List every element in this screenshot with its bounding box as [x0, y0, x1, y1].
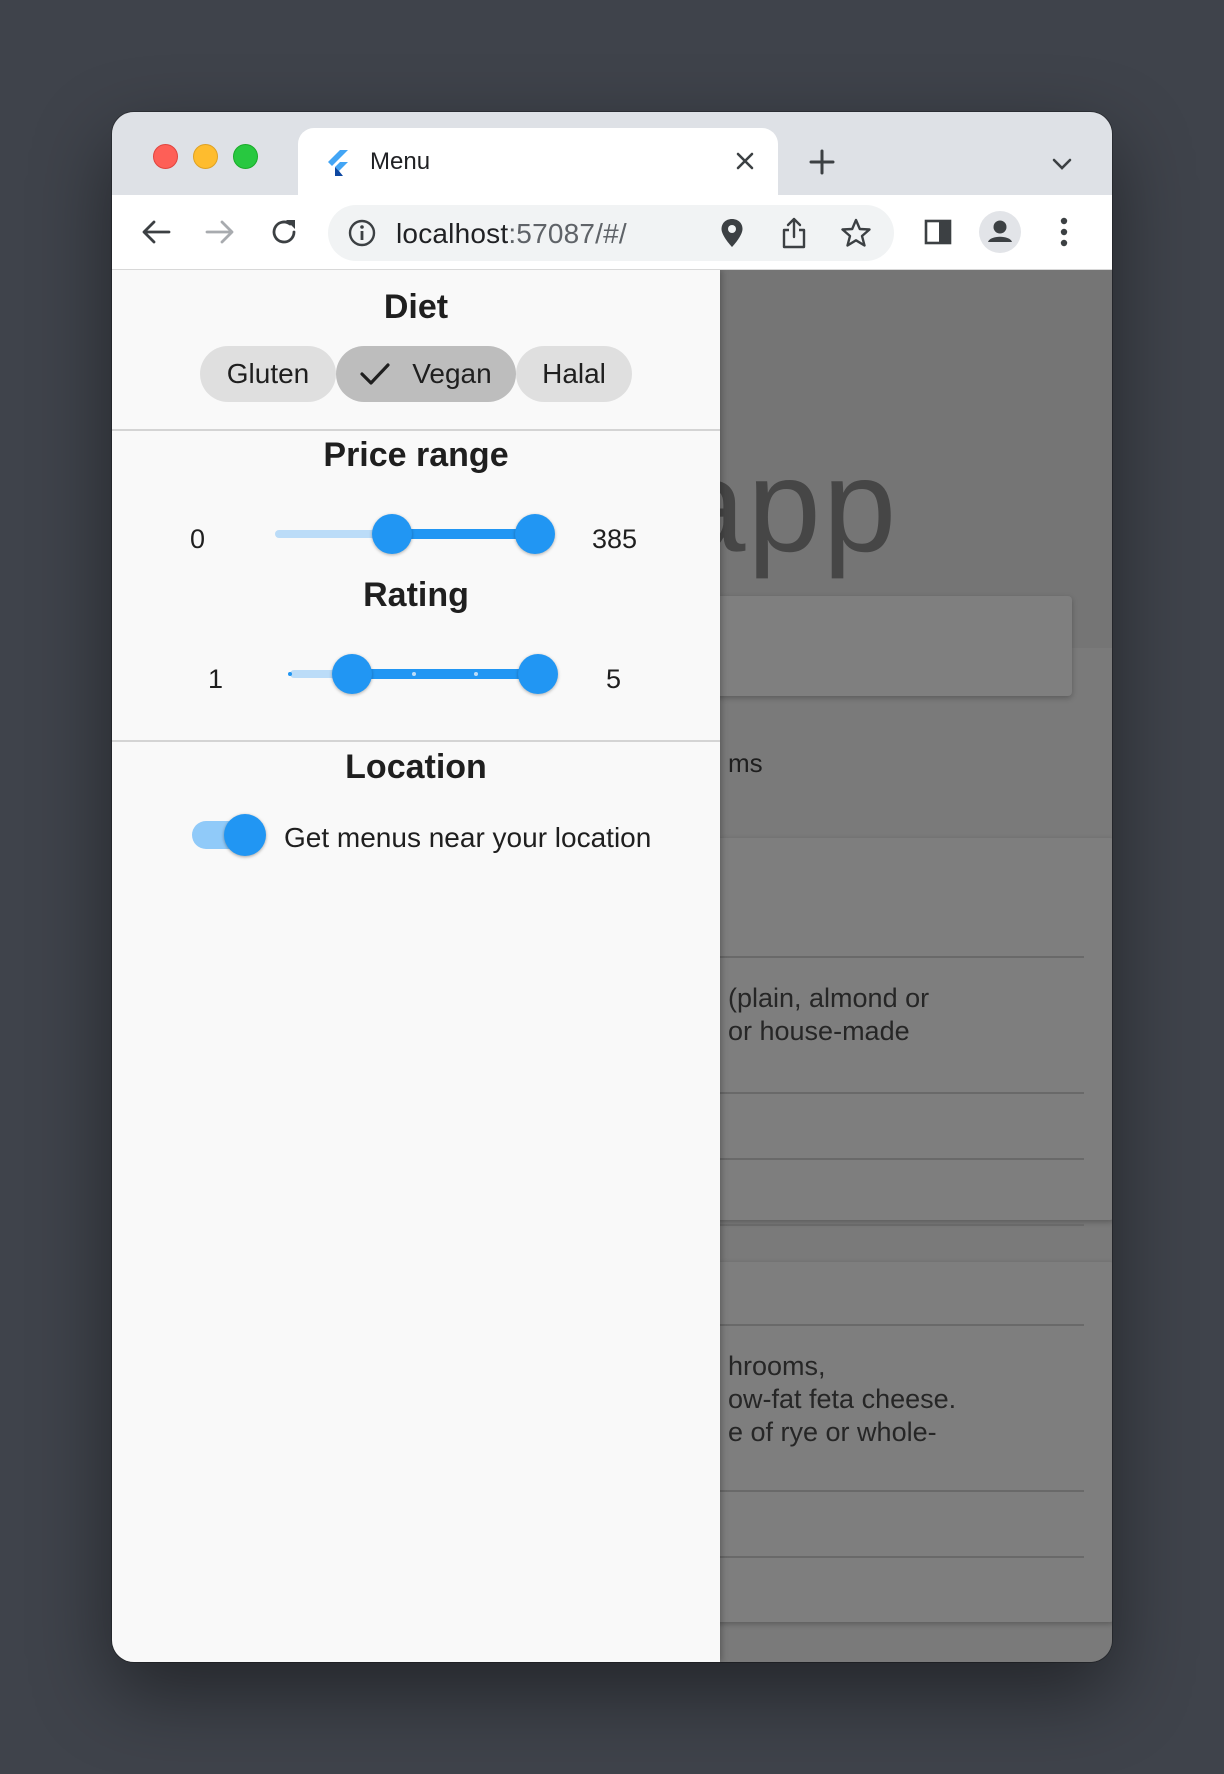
- rating-min-label: 1: [208, 664, 224, 694]
- chip-vegan[interactable]: Vegan: [336, 346, 516, 402]
- location-toggle[interactable]: [192, 805, 272, 865]
- slider-active-track: [391, 529, 535, 539]
- price-slider-end-thumb[interactable]: [515, 514, 555, 554]
- chip-label: Vegan: [412, 358, 492, 389]
- side-panel-icon[interactable]: [916, 210, 960, 254]
- check-icon: [360, 363, 390, 385]
- chevron-down-icon[interactable]: [1044, 146, 1080, 182]
- profile-avatar-icon[interactable]: [978, 210, 1022, 254]
- price-range-title: Price range: [323, 436, 509, 474]
- slider-active-track: [352, 669, 538, 679]
- window-maximize-button[interactable]: [233, 144, 258, 169]
- chip-label: Halal: [542, 358, 606, 389]
- filter-drawer: Diet Gluten Vegan Halal Price range 0 38…: [112, 270, 720, 1662]
- location-toggle-label: Get menus near your location: [284, 822, 652, 853]
- rating-max-label: 5: [606, 664, 622, 694]
- slider-tick: [474, 672, 478, 676]
- back-arrow-icon[interactable]: [134, 210, 178, 254]
- chip-gluten[interactable]: Gluten: [200, 346, 336, 402]
- flutter-icon: [326, 150, 348, 176]
- rating-slider-end-thumb[interactable]: [518, 654, 558, 694]
- price-max-label: 385: [592, 524, 638, 554]
- diet-title: Diet: [383, 288, 449, 326]
- chip-label: Gluten: [226, 358, 310, 389]
- url-text[interactable]: localhost:57087/#/: [396, 218, 627, 250]
- slider-tick: [412, 672, 416, 676]
- price-min-label: 0: [190, 524, 206, 554]
- reload-icon[interactable]: [262, 210, 306, 254]
- bookmark-star-icon[interactable]: [838, 215, 874, 251]
- url-path: :57087/#/: [508, 218, 627, 249]
- card-description-line: e of rye or whole-: [728, 1417, 937, 1447]
- price-slider-start-thumb[interactable]: [371, 514, 412, 554]
- share-icon[interactable]: [776, 215, 812, 251]
- rating-slider-start-thumb[interactable]: [332, 654, 372, 694]
- location-title: Location: [345, 748, 487, 786]
- switch-thumb: [224, 814, 266, 856]
- page-content: app ms (plain, almond or or house-made h…: [112, 270, 1112, 1662]
- new-tab-button[interactable]: [802, 142, 842, 182]
- address-bar[interactable]: localhost:57087/#/: [328, 205, 894, 261]
- tab-strip: Menu: [112, 112, 1112, 195]
- window-close-button[interactable]: [153, 144, 178, 169]
- tab-title: Menu: [370, 148, 431, 175]
- browser-window: Menu localhost:57087/#/ app ms (plain, a…: [112, 112, 1112, 1662]
- card-description-line: (plain, almond or: [728, 983, 930, 1013]
- items-label: ms: [728, 748, 763, 778]
- window-minimize-button[interactable]: [193, 144, 218, 169]
- card-description-line: ow-fat feta cheese.: [728, 1384, 957, 1414]
- chip-halal[interactable]: Halal: [516, 346, 632, 402]
- location-pin-icon[interactable]: [714, 215, 750, 251]
- price-range-slider[interactable]: [255, 494, 555, 574]
- section-divider: [112, 429, 720, 431]
- more-vertical-icon[interactable]: [1042, 210, 1086, 254]
- info-icon[interactable]: [346, 217, 378, 249]
- tab-close-icon[interactable]: [730, 146, 760, 176]
- url-host: localhost: [396, 218, 509, 249]
- card-description-line: or house-made: [728, 1016, 910, 1046]
- tab-menu[interactable]: Menu: [298, 128, 778, 195]
- browser-toolbar: localhost:57087/#/: [112, 195, 1112, 270]
- search-card: [672, 596, 1072, 696]
- card-description-line: hrooms,: [728, 1351, 826, 1381]
- forward-arrow-icon[interactable]: [198, 210, 242, 254]
- slider-tick: [288, 672, 292, 676]
- rating-range-slider[interactable]: [270, 634, 558, 714]
- rating-title: Rating: [363, 576, 469, 614]
- section-divider: [112, 740, 720, 742]
